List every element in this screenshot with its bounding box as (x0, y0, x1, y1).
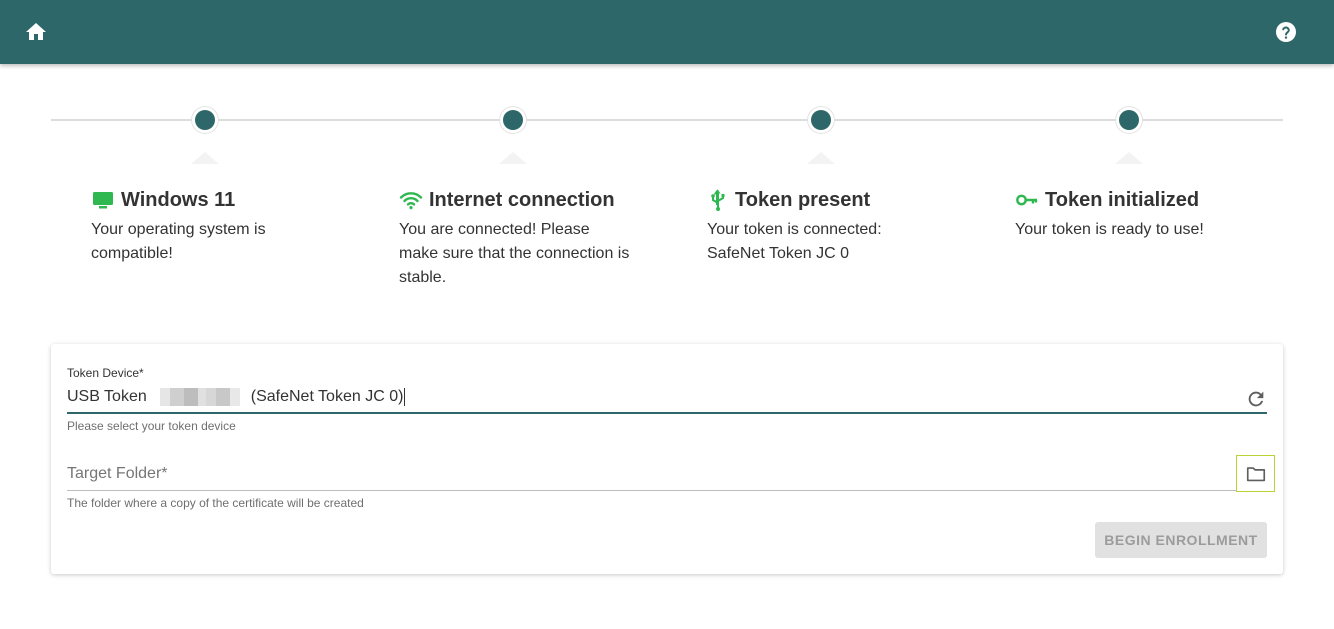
step-description: You are connected! Please make sure that… (399, 221, 630, 286)
step-internet-heading: Internet connection (399, 186, 639, 214)
redacted-serial (149, 388, 248, 406)
step-caret (807, 152, 835, 164)
home-button[interactable] (24, 20, 48, 44)
step-dot-token-present (811, 110, 831, 130)
begin-enrollment-button[interactable]: BEGIN ENROLLMENT (1095, 522, 1267, 558)
step-internet: Internet connection You are connected! P… (399, 186, 639, 290)
step-token-present: Token present Your token is connected: S… (707, 186, 947, 266)
help-circle-icon (1276, 22, 1296, 42)
enrollment-card: Token Device* USB Token (SafeNet Token J… (51, 344, 1283, 574)
step-token-initialized-heading: Token initialized (1015, 186, 1255, 214)
token-device-label: Token Device* (67, 366, 144, 380)
browse-folder-button[interactable] (1236, 455, 1275, 492)
step-dot-internet (503, 110, 523, 130)
monitor-icon (93, 192, 113, 209)
step-dot-os (195, 110, 215, 130)
step-description: Your operating system is compatible! (91, 221, 266, 262)
stepper-line (51, 119, 1283, 121)
target-folder-input[interactable]: Target Folder* (67, 462, 1267, 491)
folder-icon (1246, 466, 1265, 481)
step-os-heading: Windows 11 (91, 186, 331, 214)
wifi-icon (399, 192, 423, 210)
home-icon (26, 23, 46, 40)
token-device-value-suffix: (SafeNet Token JC 0) (250, 388, 404, 405)
step-title: Token initialized (1045, 188, 1200, 211)
token-device-value: USB Token (SafeNet Token JC 0) (67, 388, 406, 406)
text-cursor (404, 388, 406, 406)
step-token-initialized: Token initialized Your token is ready to… (1015, 186, 1255, 242)
usb-icon (711, 189, 725, 211)
step-token-present-heading: Token present (707, 186, 947, 214)
step-title: Internet connection (429, 188, 615, 211)
step-caret (191, 152, 219, 164)
refresh-button[interactable] (1245, 388, 1267, 410)
target-folder-placeholder: Target Folder* (67, 465, 168, 482)
app-header (0, 0, 1334, 64)
step-title: Windows 11 (121, 188, 236, 211)
step-caret (499, 152, 527, 164)
key-icon (1016, 194, 1038, 206)
step-os: Windows 11 Your operating system is comp… (91, 186, 331, 266)
step-description: Your token is ready to use! (1015, 221, 1204, 238)
status-stepper: Windows 11 Your operating system is comp… (51, 108, 1283, 308)
token-device-value-prefix: USB Token (67, 388, 147, 405)
step-dot-token-initialized (1119, 110, 1139, 130)
step-title: Token present (735, 188, 871, 211)
step-description: Your token is connected: SafeNet Token J… (707, 221, 882, 262)
step-caret (1115, 152, 1143, 164)
target-folder-hint: The folder where a copy of the certifica… (67, 496, 364, 510)
refresh-icon (1248, 391, 1264, 407)
help-button[interactable] (1274, 20, 1298, 44)
token-device-hint: Please select your token device (67, 419, 236, 433)
token-device-select[interactable]: USB Token (SafeNet Token JC 0) (67, 384, 1267, 414)
